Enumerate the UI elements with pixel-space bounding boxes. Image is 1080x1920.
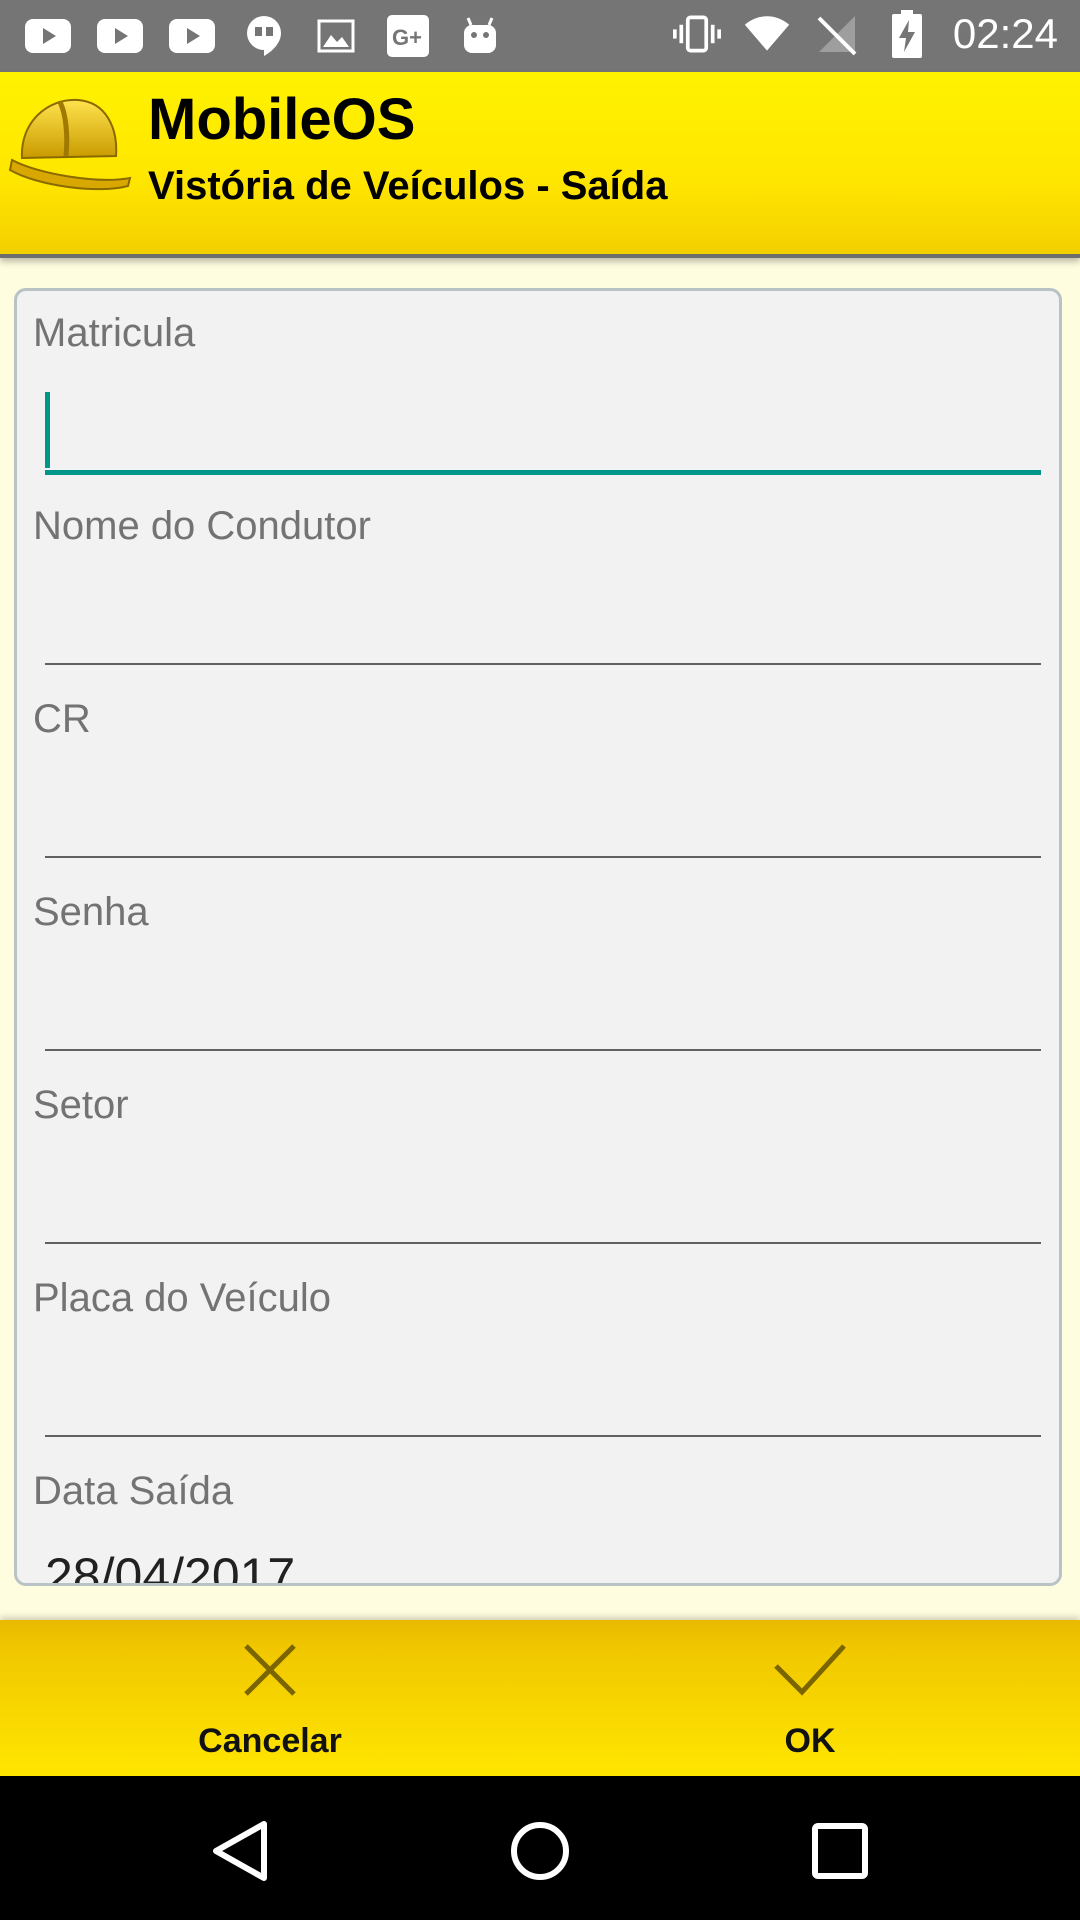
hangouts-icon: [240, 12, 288, 60]
vibrate-icon: [672, 10, 721, 58]
google-plus-icon: G+: [384, 12, 432, 60]
hardhat-icon: [8, 86, 132, 196]
field-label: Senha: [33, 890, 149, 934]
navigation-bar: [0, 1776, 1080, 1920]
close-icon: [120, 1640, 420, 1700]
matricula-input[interactable]: [45, 470, 1041, 475]
nome-condutor-input[interactable]: [45, 663, 1041, 665]
system-icons: 02:24: [672, 10, 1058, 58]
setor-field: Setor: [17, 1063, 1059, 1256]
placa-veiculo-field: Placa do Veículo: [17, 1256, 1059, 1449]
cr-input[interactable]: [45, 856, 1041, 858]
data-saida-field: Data Saída 28/04/2017: [17, 1449, 1059, 1583]
app-title: MobileOS: [148, 87, 416, 152]
clock: 02:24: [952, 10, 1058, 57]
cancel-button[interactable]: Cancelar: [120, 1620, 420, 1776]
status-bar: G+ 02:24: [0, 0, 1080, 72]
matricula-field: Matricula: [17, 291, 1059, 484]
ok-button[interactable]: OK: [660, 1620, 960, 1776]
text-cursor: [45, 392, 50, 468]
data-saida-input[interactable]: 28/04/2017: [45, 1547, 295, 1583]
nome-condutor-field: Nome do Condutor: [17, 484, 1059, 677]
placa-veiculo-input[interactable]: [45, 1435, 1041, 1437]
battery-charging-icon: [883, 10, 931, 58]
setor-input[interactable]: [45, 1242, 1041, 1244]
app-header: MobileOS Vistória de Veículos - Saída: [0, 72, 1080, 258]
recents-icon[interactable]: [805, 1816, 875, 1886]
image-icon: [312, 12, 360, 60]
svg-text:G+: G+: [392, 25, 422, 50]
check-icon: [660, 1640, 960, 1700]
field-label: Data Saída: [33, 1469, 234, 1513]
action-bar: Cancelar OK: [0, 1620, 1080, 1776]
field-label: Nome do Condutor: [33, 504, 371, 548]
senha-input[interactable]: [45, 1049, 1041, 1051]
notification-icons: G+: [24, 12, 504, 60]
wifi-icon: [743, 10, 791, 58]
field-label: Matricula: [33, 311, 196, 355]
cancel-label: Cancelar: [198, 1722, 342, 1760]
cr-field: CR: [17, 677, 1059, 870]
form-panel: Matricula Nome do Condutor CR Senha Seto…: [14, 288, 1062, 1586]
field-label: CR: [33, 697, 91, 741]
ok-label: OK: [784, 1722, 836, 1760]
home-icon[interactable]: [505, 1816, 575, 1886]
android-icon: [456, 12, 504, 60]
no-signal-icon: [813, 10, 861, 58]
youtube-icon: [96, 12, 144, 60]
back-icon[interactable]: [206, 1816, 276, 1886]
field-label: Setor: [33, 1083, 129, 1127]
youtube-icon: [24, 12, 72, 60]
field-label: Placa do Veículo: [33, 1276, 331, 1320]
screen-subtitle: Vistória de Veículos - Saída: [148, 164, 668, 208]
senha-field: Senha: [17, 870, 1059, 1063]
youtube-icon: [168, 12, 216, 60]
